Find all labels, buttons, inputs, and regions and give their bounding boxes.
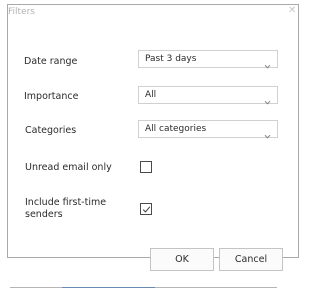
unread-only-label: Unread email only: [25, 162, 112, 173]
unread-only-checkbox[interactable]: [140, 161, 152, 173]
check-icon: [142, 206, 151, 213]
dialog-title: Filters: [8, 7, 35, 17]
ok-button[interactable]: OK: [150, 248, 214, 271]
chevron-down-icon: [264, 55, 271, 69]
chevron-down-icon: [264, 125, 271, 139]
importance-label: Importance: [24, 91, 79, 102]
first-time-senders-label-line2: senders: [25, 209, 63, 220]
categories-select[interactable]: All categories: [138, 120, 278, 139]
first-time-senders-label-line1: Include first-time: [25, 197, 107, 208]
date-range-label: Date range: [24, 56, 78, 67]
first-time-senders-checkbox[interactable]: [140, 203, 152, 215]
categories-label: Categories: [25, 125, 77, 136]
close-icon[interactable]: ✕: [288, 6, 296, 16]
cancel-button[interactable]: Cancel: [219, 248, 283, 271]
date-range-value: Past 3 days: [145, 54, 197, 64]
date-range-select[interactable]: Past 3 days: [138, 50, 278, 69]
importance-value: All: [145, 90, 157, 100]
categories-value: All categories: [145, 124, 207, 134]
chevron-down-icon: [264, 91, 271, 105]
importance-select[interactable]: All: [138, 86, 278, 105]
